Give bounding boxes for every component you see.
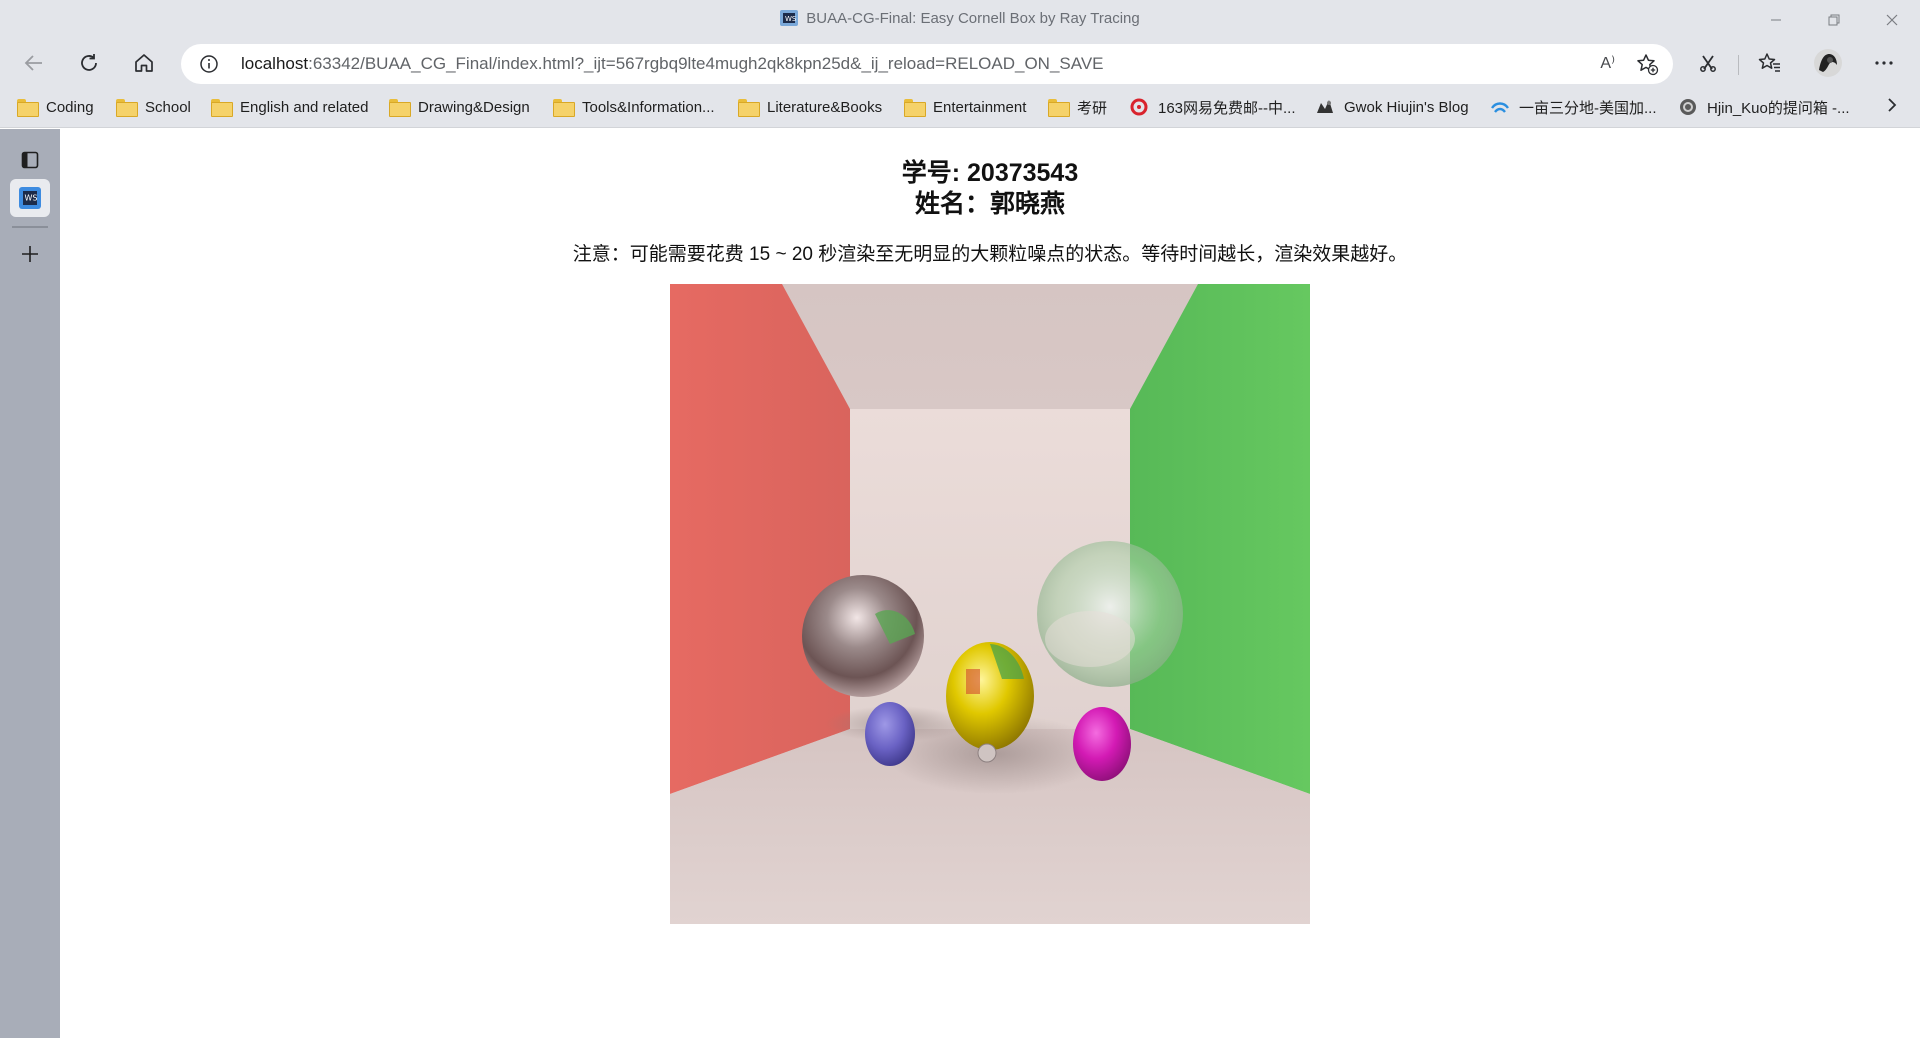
vertical-tabs-sidebar: WS [0, 129, 60, 1038]
webstorm-tab-icon: WS [19, 187, 41, 209]
title-bar: WS BUAA-CG-Final: Easy Cornell Box by Ra… [0, 0, 1920, 41]
site-info-icon[interactable] [199, 54, 219, 74]
page-content: 学号: 20373543 姓名：郭晓燕 注意：可能需要花费 15 ~ 20 秒渲… [60, 129, 1920, 1038]
blog-icon [1317, 100, 1333, 113]
bookmark-coding[interactable]: Coding [17, 96, 94, 118]
bookmark-1point3acres[interactable]: 一亩三分地-美国加... [1490, 96, 1657, 118]
bookmark-label: Coding [46, 98, 94, 116]
more-dots-icon [1875, 61, 1893, 65]
favorites-button[interactable] [1752, 45, 1788, 81]
webstorm-favicon-icon: WS [780, 10, 799, 26]
plus-icon [22, 246, 38, 262]
folder-icon [116, 99, 138, 117]
blue-sphere [865, 702, 915, 766]
bookmark-literature-books[interactable]: Literature&Books [738, 96, 882, 118]
bookmark-163-mail[interactable]: 163网易免费邮--中... [1129, 96, 1296, 118]
restore-button[interactable] [1810, 6, 1858, 34]
settings-more-button[interactable] [1866, 45, 1902, 81]
bookmark-label: 163网易免费邮--中... [1158, 99, 1296, 117]
minimize-icon [1771, 19, 1781, 21]
bookmarks-overflow-button[interactable] [1886, 97, 1898, 118]
bookmark-label: Hjin_Kuo的提问箱 -... [1707, 99, 1850, 117]
mail163-icon [1130, 98, 1148, 116]
url-text[interactable]: localhost:63342/BUAA_CG_Final/index.html… [241, 54, 1104, 74]
extension-button[interactable] [1690, 45, 1726, 81]
bookmark-gwok-blog[interactable]: Gwok Hiujin's Blog [1315, 96, 1469, 118]
reload-icon [81, 54, 97, 71]
small-sphere [977, 743, 997, 763]
bookmark-label: English and related [240, 98, 369, 116]
folder-icon [553, 99, 575, 117]
svg-text:WS: WS [785, 15, 797, 23]
folder-icon [389, 99, 411, 117]
close-icon [1886, 14, 1898, 26]
tab-actions-button[interactable] [10, 141, 50, 179]
url-path: :63342/BUAA_CG_Final/index.html?_ijt=567… [308, 54, 1104, 73]
bookmark-label: Tools&Information... [582, 98, 715, 116]
profile-button[interactable] [1810, 45, 1846, 81]
close-window-button[interactable] [1868, 6, 1916, 34]
bookmark-english[interactable]: English and related [211, 96, 368, 118]
bookmark-label: Gwok Hiujin's Blog [1344, 98, 1469, 116]
home-icon [135, 54, 153, 72]
folder-icon [1048, 99, 1070, 117]
folder-icon [211, 99, 233, 117]
cornell-box-render [670, 284, 1310, 924]
reload-button[interactable] [71, 45, 107, 81]
svg-text:WS: WS [25, 194, 38, 203]
glass-refraction [1045, 611, 1135, 667]
question-box-icon [1680, 99, 1696, 115]
bookmarks-bar: Coding School English and related Drawin… [0, 86, 1920, 128]
bookmark-drawing-design[interactable]: Drawing&Design [389, 96, 530, 118]
read-aloud-icon[interactable]: A⁾ [1600, 53, 1615, 73]
profile-avatar-icon [1814, 49, 1842, 77]
bookmark-kaoyan[interactable]: 考研 [1048, 96, 1107, 118]
add-favorite-icon[interactable] [1635, 52, 1659, 76]
yellow-sphere [946, 642, 1034, 750]
magenta-sphere [1073, 707, 1131, 781]
favorites-list-icon [1758, 53, 1780, 72]
tab-actions-icon [21, 151, 39, 169]
bookmark-label: 考研 [1077, 99, 1108, 117]
home-button[interactable] [126, 45, 162, 81]
student-name-heading: 姓名：郭晓燕 [914, 190, 1065, 218]
toolbar-divider [1738, 55, 1739, 75]
minimize-button[interactable] [1752, 6, 1800, 34]
back-arrow-icon [24, 55, 42, 71]
url-host: localhost [241, 54, 309, 73]
render-notice: 注意：可能需要花费 15 ~ 20 秒渲染至无明显的大颗粒噪点的状态。等待时间越… [572, 244, 1408, 265]
back-button[interactable] [16, 45, 52, 81]
right-wall-green [1130, 284, 1310, 794]
bookmark-label: Drawing&Design [418, 98, 530, 116]
bookmark-tools-information[interactable]: Tools&Information... [553, 96, 715, 118]
sidebar-divider [12, 226, 48, 228]
folder-icon [17, 99, 39, 117]
folder-icon [904, 99, 926, 117]
address-bar[interactable]: localhost:63342/BUAA_CG_Final/index.html… [181, 44, 1673, 84]
bookmark-label: School [145, 98, 191, 116]
bookmark-label: 一亩三分地-美国加... [1519, 99, 1657, 117]
bookmark-entertainment[interactable]: Entertainment [904, 96, 1026, 118]
bookmark-label: Literature&Books [767, 98, 883, 116]
bookmark-school[interactable]: School [116, 96, 191, 118]
window-title-text: BUAA-CG-Final: Easy Cornell Box by Ray T… [806, 10, 1140, 27]
bbs-icon [1491, 102, 1509, 113]
left-wall-red [670, 284, 850, 794]
render-canvas [670, 284, 1310, 924]
folder-icon [738, 99, 760, 117]
bookmark-hjin-question-box[interactable]: Hjin_Kuo的提问箱 -... [1678, 96, 1850, 118]
browser-toolbar: localhost:63342/BUAA_CG_Final/index.html… [0, 41, 1920, 86]
yellow-reflection-red [966, 669, 980, 694]
new-tab-button[interactable] [10, 235, 50, 273]
tab-cornell-box[interactable]: WS [10, 179, 50, 217]
bookmark-label: Entertainment [933, 98, 1027, 116]
chevron-right-icon [1888, 98, 1897, 112]
scissors-extension-icon [1700, 55, 1716, 72]
window-title: WS BUAA-CG-Final: Easy Cornell Box by Ra… [0, 10, 1920, 27]
restore-icon [1828, 14, 1840, 26]
